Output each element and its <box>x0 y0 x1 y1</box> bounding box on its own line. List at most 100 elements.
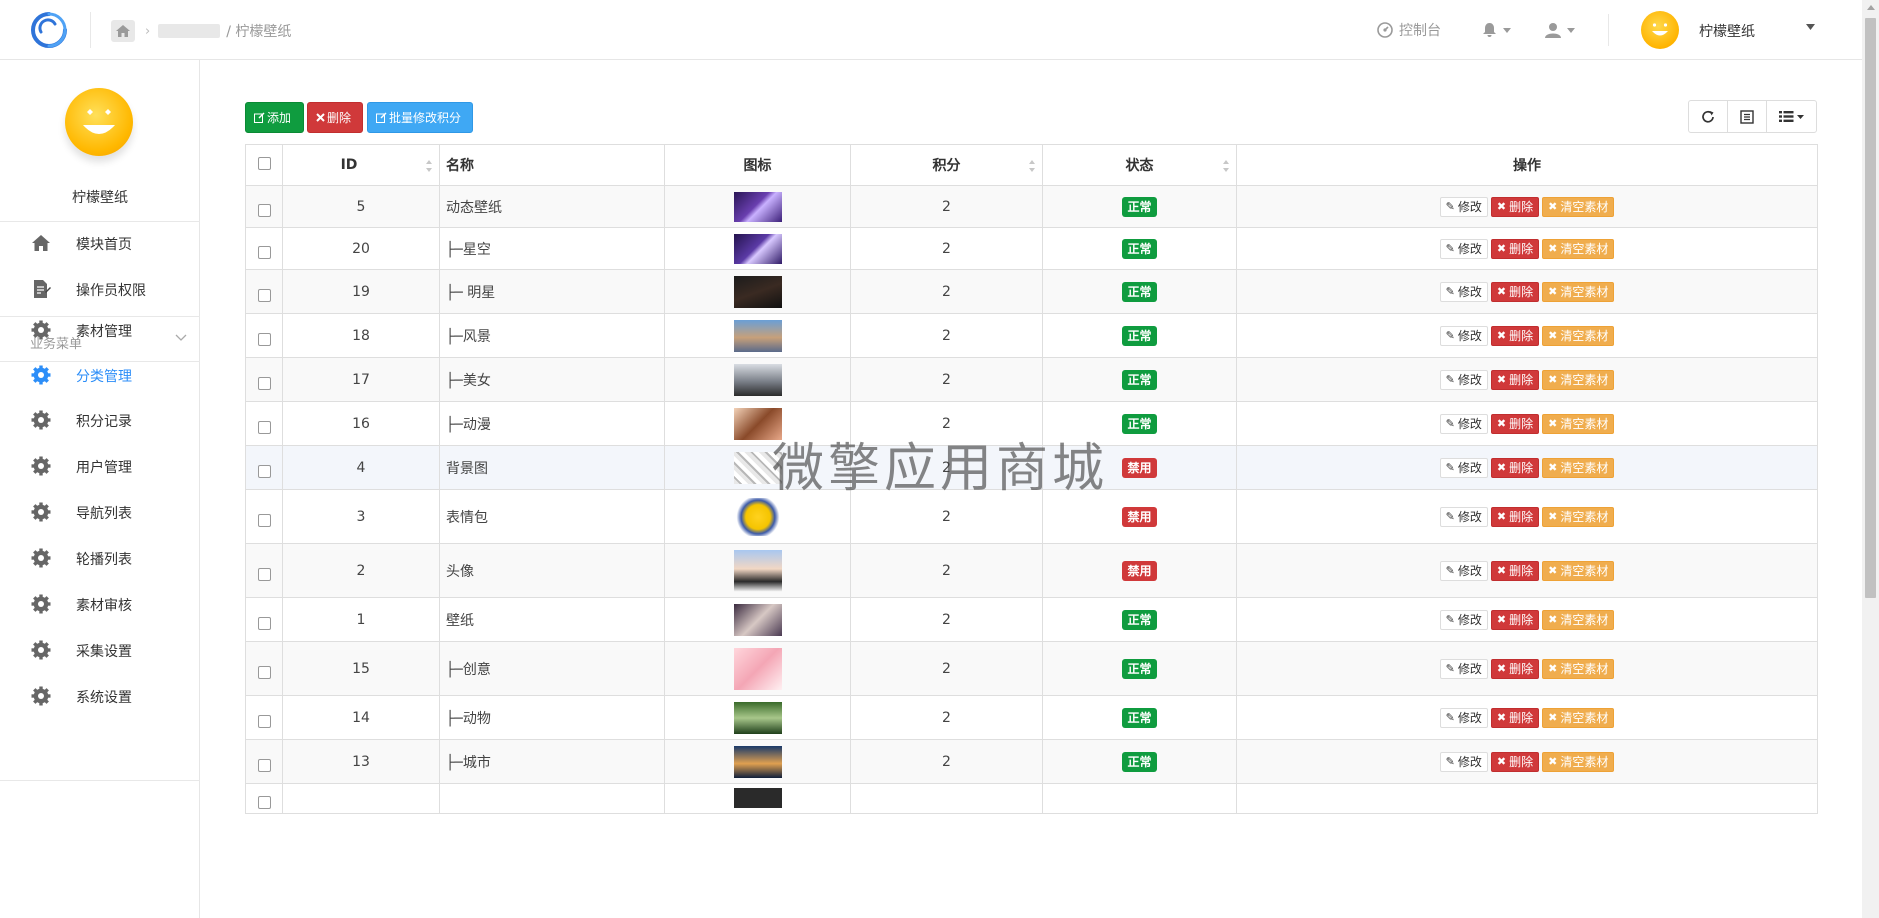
table-row[interactable]: 20 ├─星空 2 正常 ✎ 修改 ✖ 删除 ✖ 清空素材 <box>245 227 1818 270</box>
table-row[interactable] <box>245 783 1818 814</box>
toggle-view-button[interactable] <box>1728 101 1767 132</box>
row-checkbox[interactable] <box>257 288 271 302</box>
clear-materials-button[interactable]: ✖ 清空素材 <box>1542 609 1615 630</box>
sidebar-item-7[interactable]: 素材审核 <box>0 584 200 624</box>
delete-row-button[interactable]: ✖ 删除 <box>1490 707 1540 728</box>
category-thumbnail[interactable] <box>733 275 782 308</box>
clear-materials-button[interactable]: ✖ 清空素材 <box>1542 658 1615 679</box>
status-badge[interactable]: 正常 <box>1122 369 1157 390</box>
clear-materials-button[interactable]: ✖ 清空素材 <box>1542 413 1615 434</box>
edit-button[interactable]: ✎ 修改 <box>1439 457 1488 478</box>
edit-button[interactable]: ✎ 修改 <box>1439 707 1488 728</box>
delete-row-button[interactable]: ✖ 删除 <box>1490 369 1540 390</box>
delete-row-button[interactable]: ✖ 删除 <box>1490 560 1540 581</box>
edit-button[interactable]: ✎ 修改 <box>1439 325 1488 346</box>
caret-down-icon[interactable] <box>1806 24 1815 30</box>
status-badge[interactable]: 正常 <box>1122 707 1157 728</box>
status-badge[interactable]: 禁用 <box>1122 560 1157 581</box>
home-icon[interactable] <box>111 20 135 42</box>
delete-row-button[interactable]: ✖ 删除 <box>1490 281 1540 302</box>
status-badge[interactable]: 正常 <box>1122 413 1157 434</box>
vertical-scrollbar[interactable] <box>1862 0 1879 918</box>
user-dropdown[interactable] <box>1545 18 1575 42</box>
sidebar-item-2[interactable]: 分类管理 <box>0 355 200 395</box>
clear-materials-button[interactable]: ✖ 清空素材 <box>1542 707 1615 728</box>
edit-button[interactable]: ✎ 修改 <box>1439 369 1488 390</box>
table-row[interactable]: 5 动态壁纸 2 正常 ✎ 修改 ✖ 删除 ✖ 清空素材 <box>245 185 1818 228</box>
sidebar-item-module-home[interactable]: 模块首页 <box>0 223 200 263</box>
row-checkbox[interactable] <box>257 795 271 809</box>
row-checkbox[interactable] <box>257 464 271 478</box>
delete-row-button[interactable]: ✖ 删除 <box>1490 457 1540 478</box>
delete-row-button[interactable]: ✖ 删除 <box>1490 609 1540 630</box>
sidebar-item-4[interactable]: 用户管理 <box>0 446 200 486</box>
console-link[interactable]: 控制台 <box>1377 18 1441 42</box>
row-checkbox[interactable] <box>257 616 271 630</box>
edit-button[interactable]: ✎ 修改 <box>1439 506 1488 527</box>
status-badge[interactable]: 禁用 <box>1122 506 1157 527</box>
delete-row-button[interactable]: ✖ 删除 <box>1490 325 1540 346</box>
status-badge[interactable]: 正常 <box>1122 196 1157 217</box>
clear-materials-button[interactable]: ✖ 清空素材 <box>1542 751 1615 772</box>
clear-materials-button[interactable]: ✖ 清空素材 <box>1542 196 1615 217</box>
column-header-id[interactable]: ID <box>282 144 440 186</box>
row-checkbox[interactable] <box>257 665 271 679</box>
table-row[interactable]: 19 ├─ 明星 2 正常 ✎ 修改 ✖ 删除 ✖ 清空素材 <box>245 269 1818 314</box>
sidebar-item-5[interactable]: 导航列表 <box>0 492 200 532</box>
category-thumbnail[interactable] <box>733 647 782 690</box>
sidebar-item-1[interactable]: 素材管理 <box>0 310 200 350</box>
delete-row-button[interactable]: ✖ 删除 <box>1490 751 1540 772</box>
table-row[interactable]: 2 头像 2 禁用 ✎ 修改 ✖ 删除 ✖ 清空素材 <box>245 543 1818 598</box>
clear-materials-button[interactable]: ✖ 清空素材 <box>1542 281 1615 302</box>
category-thumbnail[interactable] <box>733 407 782 440</box>
clear-materials-button[interactable]: ✖ 清空素材 <box>1542 457 1615 478</box>
table-row[interactable]: 3 表情包 2 禁用 ✎ 修改 ✖ 删除 ✖ 清空素材 <box>245 489 1818 544</box>
delete-row-button[interactable]: ✖ 删除 <box>1490 196 1540 217</box>
row-checkbox[interactable] <box>257 513 271 527</box>
edit-button[interactable]: ✎ 修改 <box>1439 413 1488 434</box>
row-checkbox[interactable] <box>257 714 271 728</box>
app-logo-icon[interactable] <box>27 10 71 50</box>
table-row[interactable]: 1 壁纸 2 正常 ✎ 修改 ✖ 删除 ✖ 清空素材 <box>245 597 1818 642</box>
row-checkbox[interactable] <box>257 332 271 346</box>
user-name[interactable]: 柠檬壁纸 <box>1699 21 1755 41</box>
refresh-button[interactable] <box>1689 101 1728 132</box>
sidebar-item-operator-permissions[interactable]: 操作员权限 <box>0 269 200 309</box>
column-header-points[interactable]: 积分 <box>850 144 1043 186</box>
sidebar-item-6[interactable]: 轮播列表 <box>0 538 200 578</box>
column-header-status[interactable]: 状态 <box>1042 144 1237 186</box>
row-checkbox[interactable] <box>257 376 271 390</box>
row-checkbox[interactable] <box>257 203 271 217</box>
edit-button[interactable]: ✎ 修改 <box>1439 281 1488 302</box>
clear-materials-button[interactable]: ✖ 清空素材 <box>1542 506 1615 527</box>
category-thumbnail[interactable] <box>733 788 782 808</box>
clear-materials-button[interactable]: ✖ 清空素材 <box>1542 238 1615 259</box>
delete-row-button[interactable]: ✖ 删除 <box>1490 506 1540 527</box>
delete-row-button[interactable]: ✖ 删除 <box>1490 413 1540 434</box>
table-row[interactable]: 16 ├─动漫 2 正常 ✎ 修改 ✖ 删除 ✖ 清空素材 <box>245 401 1818 446</box>
delete-button[interactable]: 删除 <box>307 102 363 133</box>
status-badge[interactable]: 正常 <box>1122 658 1157 679</box>
table-row[interactable]: 15 ├─创意 2 正常 ✎ 修改 ✖ 删除 ✖ 清空素材 <box>245 641 1818 696</box>
avatar[interactable] <box>1641 11 1679 49</box>
edit-button[interactable]: ✎ 修改 <box>1439 751 1488 772</box>
edit-button[interactable]: ✎ 修改 <box>1439 609 1488 630</box>
category-thumbnail[interactable] <box>733 745 782 778</box>
add-button[interactable]: 添加 <box>245 102 304 133</box>
category-thumbnail[interactable] <box>733 191 782 222</box>
sidebar-item-9[interactable]: 系统设置 <box>0 676 200 716</box>
scrollbar-thumb[interactable] <box>1865 18 1876 598</box>
clear-materials-button[interactable]: ✖ 清空素材 <box>1542 369 1615 390</box>
row-checkbox[interactable] <box>257 245 271 259</box>
notifications-dropdown[interactable] <box>1482 18 1511 42</box>
columns-dropdown[interactable] <box>1767 101 1816 132</box>
column-header-name[interactable]: 名称 <box>439 144 665 186</box>
edit-button[interactable]: ✎ 修改 <box>1439 658 1488 679</box>
status-badge[interactable]: 正常 <box>1122 325 1157 346</box>
edit-button[interactable]: ✎ 修改 <box>1439 560 1488 581</box>
category-thumbnail[interactable] <box>733 233 782 264</box>
table-row[interactable]: 14 ├─动物 2 正常 ✎ 修改 ✖ 删除 ✖ 清空素材 <box>245 695 1818 740</box>
category-thumbnail[interactable] <box>733 497 782 536</box>
category-thumbnail[interactable] <box>733 319 782 352</box>
delete-row-button[interactable]: ✖ 删除 <box>1490 238 1540 259</box>
